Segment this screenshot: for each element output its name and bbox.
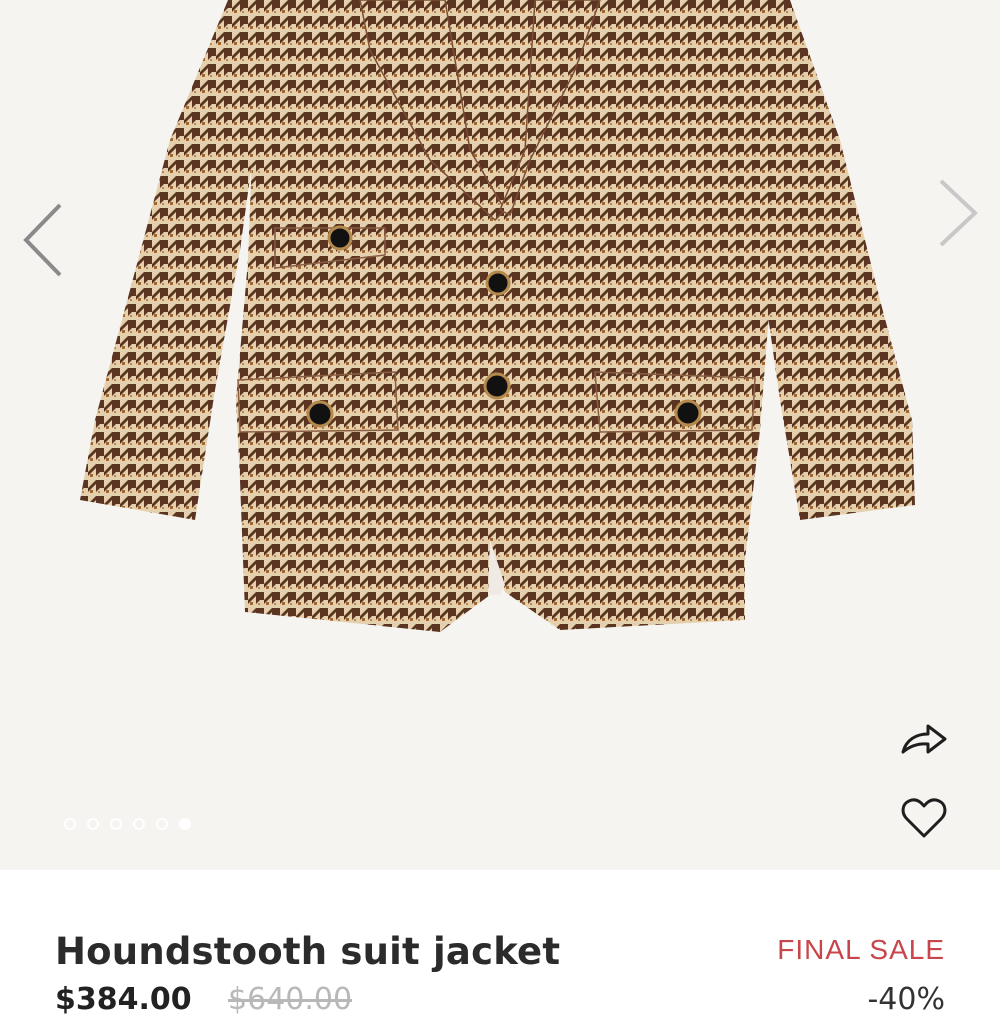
slide-dot[interactable] bbox=[110, 818, 122, 830]
slide-dot-active[interactable] bbox=[179, 818, 191, 830]
share-arrow-icon bbox=[901, 724, 947, 754]
slide-dot[interactable] bbox=[156, 818, 168, 830]
previous-image-button[interactable] bbox=[10, 190, 80, 290]
slide-dot[interactable] bbox=[87, 818, 99, 830]
slide-dot[interactable] bbox=[64, 818, 76, 830]
product-image-gallery[interactable] bbox=[0, 0, 1000, 870]
heart-icon bbox=[901, 798, 947, 838]
chevron-left-icon bbox=[23, 203, 62, 277]
chevron-right-icon bbox=[939, 179, 978, 247]
next-image-button[interactable] bbox=[925, 163, 995, 263]
final-sale-badge: FINAL SALE bbox=[777, 934, 945, 965]
slide-indicators bbox=[64, 818, 191, 838]
product-image bbox=[80, 0, 915, 632]
product-title: Houndstooth suit jacket bbox=[55, 930, 561, 973]
slide-dot[interactable] bbox=[133, 818, 145, 830]
wishlist-button[interactable] bbox=[898, 792, 950, 844]
share-button[interactable] bbox=[898, 712, 952, 766]
